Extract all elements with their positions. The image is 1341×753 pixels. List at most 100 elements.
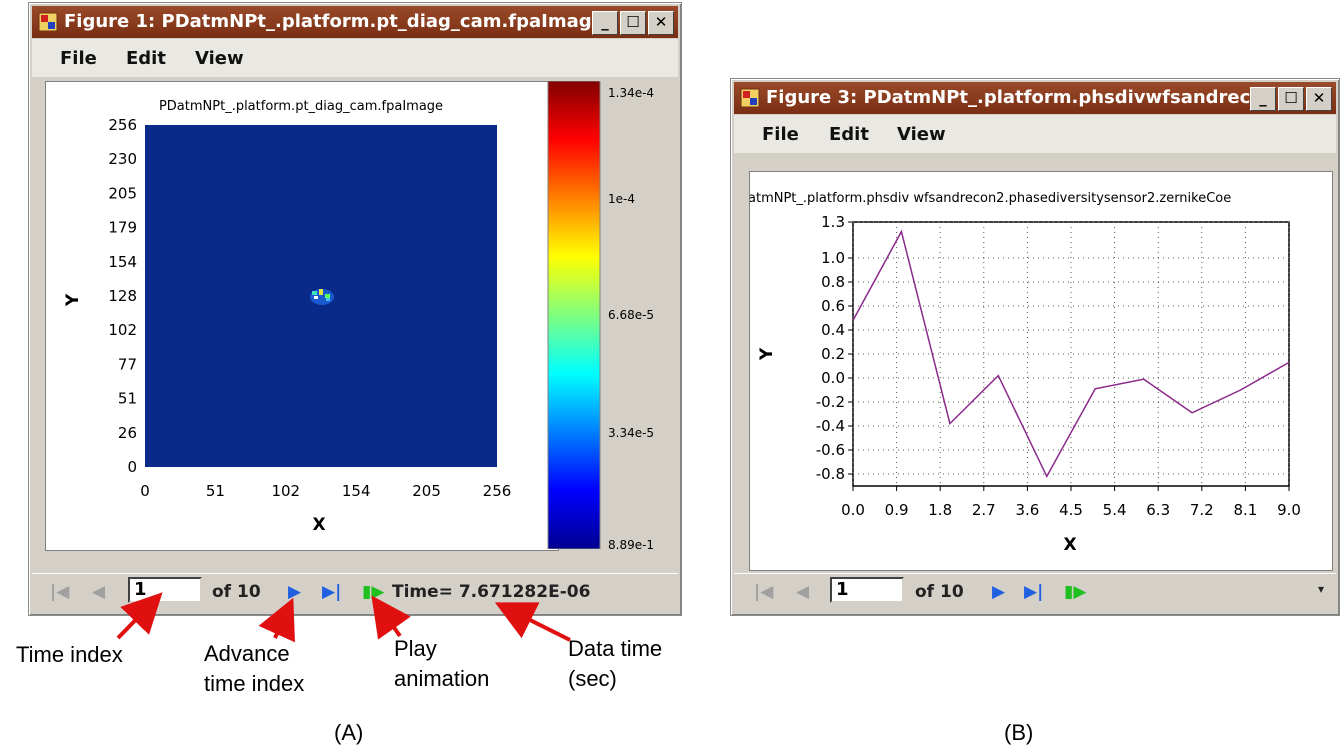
figure1-titlebar[interactable]: Figure 1: PDatmNPt_.platform.pt_diag_cam… <box>32 6 678 38</box>
advance-time-index-button[interactable]: ▶ <box>288 582 301 602</box>
heatmap-y-tick: 77 <box>118 355 137 373</box>
y-tick-label: -0.8 <box>816 465 845 483</box>
app-icon <box>38 12 58 32</box>
figure3-window: Figure 3: PDatmNPt_.platform.phsdivwfsan… <box>730 78 1340 616</box>
heatmap-y-tick: 179 <box>108 219 137 237</box>
advance-time-index-button[interactable]: ▶ <box>992 582 1005 602</box>
menu-view[interactable]: View <box>897 124 946 145</box>
colorbar-label-min: 8.89e-1 <box>608 538 654 549</box>
annotation-advance-1: Advance <box>204 641 290 666</box>
x-tick-label: 6.3 <box>1146 501 1170 519</box>
annotation-data-time-2: (sec) <box>568 666 617 691</box>
y-tick-label: 0.2 <box>821 345 845 363</box>
heatmap-y-tick: 205 <box>108 184 137 202</box>
menu-edit[interactable]: Edit <box>126 48 166 69</box>
play-animation-button[interactable]: ▮▶ <box>1064 582 1086 602</box>
overflow-chevron-icon[interactable]: ▾ <box>1318 582 1324 596</box>
panel-label-b: (B) <box>1004 720 1034 745</box>
colorbar: 1.34e-4 1e-4 6.68e-5 3.34e-5 8.89e-1 <box>547 80 654 552</box>
annotation-play-1: Play <box>394 636 437 661</box>
figure1-toolbar: |◀ ◀ 1 of 10 ▶ ▶| ▮▶ Time= 7.671282E-06 <box>32 573 678 610</box>
menu-view[interactable]: View <box>195 48 244 69</box>
heatmap-title: PDatmNPt_.platform.pt_diag_cam.fpaImage <box>159 99 443 114</box>
heatmap-xlabel: X <box>312 515 325 535</box>
heatmap-x-tick: 51 <box>206 482 225 500</box>
annotation-data-time-1: Data time <box>568 636 663 661</box>
annotation-time-index: Time index <box>16 642 123 667</box>
previous-frame-icon[interactable]: ◀ <box>92 582 105 602</box>
x-tick-label: 7.2 <box>1190 501 1214 519</box>
x-tick-label: 9.0 <box>1277 501 1301 519</box>
maximize-button[interactable]: ☐ <box>1278 87 1304 111</box>
figure3-menubar: File Edit View <box>734 115 1336 153</box>
heatmap-y-tick: 51 <box>118 390 137 408</box>
colorbar-panel: 1.34e-4 1e-4 6.68e-5 3.34e-5 8.89e-1 <box>546 80 674 552</box>
heatmap-x-tick: 154 <box>342 482 371 500</box>
heatmap-y-tick: 128 <box>108 287 137 305</box>
heatmap-y-tick: 26 <box>118 424 137 442</box>
menu-edit[interactable]: Edit <box>829 124 869 145</box>
close-button[interactable]: ✕ <box>648 11 674 35</box>
heatmap-y-ticks: 256 230 205 179 154 128 102 77 51 26 0 <box>108 116 137 476</box>
data-time-readout: Time= 7.671282E-06 <box>392 582 591 602</box>
last-frame-button[interactable]: ▶| <box>322 582 341 602</box>
colorbar-label-3: 6.68e-5 <box>608 308 654 322</box>
heatmap-y-tick: 256 <box>108 116 137 134</box>
panel-label-a: (A) <box>334 720 364 745</box>
menu-file[interactable]: File <box>762 124 799 145</box>
y-tick-label: 1.0 <box>821 249 845 267</box>
x-tick-label: 4.5 <box>1059 501 1083 519</box>
close-button[interactable]: ✕ <box>1306 87 1332 111</box>
frame-count: of 10 <box>915 582 964 602</box>
x-tick-label: 1.8 <box>928 501 952 519</box>
line-chart-x-ticks: 0.0 0.9 1.8 2.7 3.6 4.5 5.4 6.3 7.2 8.1 9.0 <box>841 486 1301 519</box>
x-tick-label: 2.7 <box>972 501 996 519</box>
heatmap-ylabel: Y <box>63 293 83 307</box>
x-tick-label: 8.1 <box>1233 501 1257 519</box>
line-chart: atmNPt_.platform.phsdiv wfsandrecon2.pha… <box>748 191 1301 555</box>
y-tick-label: -0.6 <box>816 441 845 459</box>
figure1-menubar: File Edit View <box>32 39 678 77</box>
heatmap-hotspot <box>310 289 334 305</box>
minimize-button[interactable]: _ <box>592 11 618 35</box>
colorbar-label-2: 1e-4 <box>608 192 635 206</box>
frame-count: of 10 <box>212 582 261 602</box>
line-chart-xlabel: X <box>1063 535 1076 555</box>
last-frame-button[interactable]: ▶| <box>1024 582 1043 602</box>
first-frame-icon[interactable]: |◀ <box>50 582 69 602</box>
figure3-titlebar[interactable]: Figure 3: PDatmNPt_.platform.phsdivwfsan… <box>734 82 1336 114</box>
heatmap-x-tick: 256 <box>483 482 512 500</box>
line-chart-y-ticks: 1.3 1.0 0.8 0.6 0.4 0.2 0.0 -0.2 -0.4 -0.6 -0.8 <box>816 213 853 483</box>
maximize-button[interactable]: ☐ <box>620 11 646 35</box>
heatmap-y-tick: 102 <box>108 321 137 339</box>
heatmap-plot: PDatmNPt_.platform.pt_diag_cam.fpaImage … <box>63 99 512 535</box>
colorbar-label-max: 1.34e-4 <box>608 86 654 100</box>
x-tick-label: 0.9 <box>885 501 909 519</box>
x-tick-label: 5.4 <box>1103 501 1127 519</box>
y-tick-label: 1.3 <box>821 213 845 231</box>
y-tick-label: 0.8 <box>821 273 845 291</box>
app-icon <box>740 88 760 108</box>
figure3-plot-panel: atmNPt_.platform.phsdiv wfsandrecon2.pha… <box>748 171 1333 571</box>
annotation-advance-2: time index <box>204 671 305 696</box>
heatmap-y-tick: 0 <box>127 458 137 476</box>
play-animation-button[interactable]: ▮▶ <box>362 582 384 602</box>
previous-frame-icon[interactable]: ◀ <box>796 582 809 602</box>
menu-file[interactable]: File <box>60 48 97 69</box>
time-index-input[interactable]: 1 <box>128 577 202 603</box>
heatmap-x-tick: 205 <box>412 482 441 500</box>
heatmap-x-tick: 102 <box>271 482 300 500</box>
minimize-button[interactable]: _ <box>1250 87 1276 111</box>
figure1-window: Figure 1: PDatmNPt_.platform.pt_diag_cam… <box>28 2 682 616</box>
first-frame-icon[interactable]: |◀ <box>754 582 773 602</box>
figure3-title: Figure 3: PDatmNPt_.platform.phsdivwfsan… <box>766 87 1271 108</box>
heatmap-x-tick: 0 <box>140 482 150 500</box>
figure1-plot-panel: PDatmNPt_.platform.pt_diag_cam.fpaImage … <box>45 81 559 551</box>
heatmap-y-tick: 154 <box>108 253 137 271</box>
x-tick-label: 0.0 <box>841 501 865 519</box>
y-tick-label: 0.6 <box>821 297 845 315</box>
time-index-input[interactable]: 1 <box>830 577 904 603</box>
line-chart-title: atmNPt_.platform.phsdiv wfsandrecon2.pha… <box>750 191 1231 206</box>
y-tick-label: 0.0 <box>821 369 845 387</box>
heatmap-y-tick: 230 <box>108 150 137 168</box>
